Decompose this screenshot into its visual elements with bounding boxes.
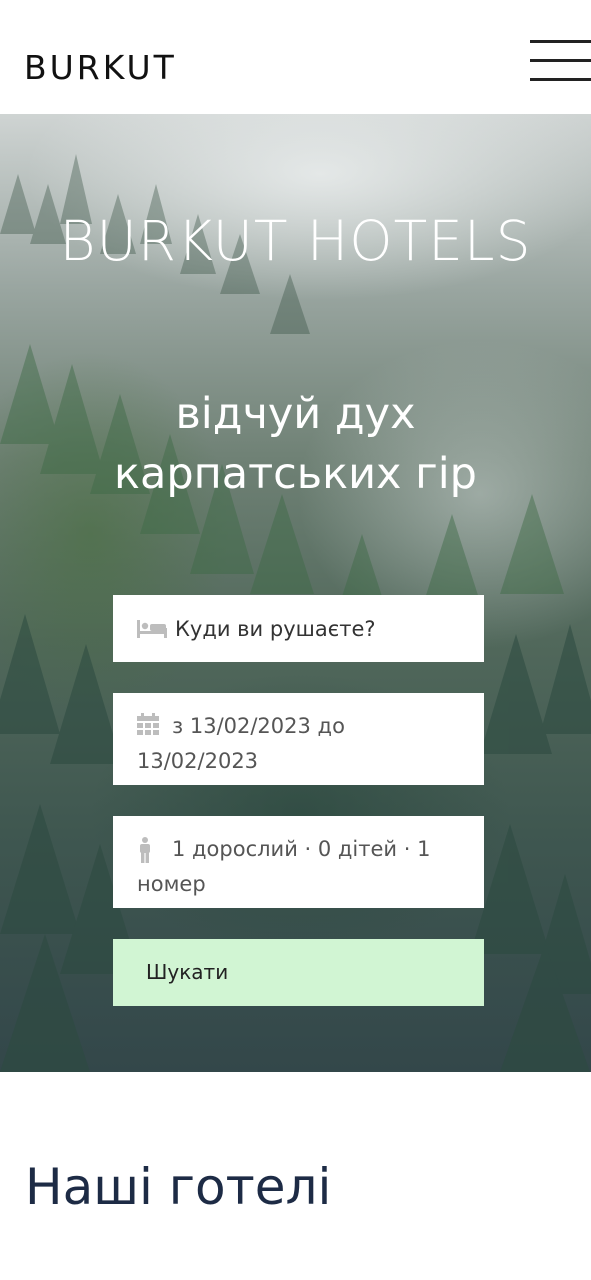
date-range-value: з 13/02/2023 до 13/02/2023 bbox=[137, 714, 345, 773]
hero-banner: BURKUT HOTELS відчуй дух карпатських гір… bbox=[0, 114, 591, 1072]
menu-line bbox=[530, 78, 591, 81]
guests-value: 1 дорослий · 0 дітей · 1 номер bbox=[137, 837, 431, 896]
date-range-input[interactable]: з 13/02/2023 до 13/02/2023 bbox=[113, 693, 484, 785]
menu-line bbox=[530, 40, 591, 43]
header: BURKUT bbox=[0, 0, 591, 114]
hero-tagline: відчуй дух карпатських гір bbox=[114, 389, 477, 499]
guests-input[interactable]: 1 дорослий · 0 дітей · 1 номер bbox=[113, 816, 484, 908]
search-button[interactable]: Шукати bbox=[113, 939, 484, 1006]
search-button-label: Шукати bbox=[146, 960, 229, 984]
bed-icon bbox=[137, 620, 167, 638]
destination-placeholder: Куди ви рушаєте? bbox=[175, 617, 376, 641]
hero-title: BURKUT HOTELS bbox=[59, 209, 532, 273]
hotels-section-title: Наші готелі bbox=[25, 1158, 332, 1216]
destination-input[interactable]: Куди ви рушаєте? bbox=[113, 595, 484, 662]
menu-line bbox=[530, 59, 591, 62]
hamburger-menu-icon[interactable] bbox=[526, 38, 591, 84]
logo[interactable]: BURKUT bbox=[24, 46, 177, 90]
